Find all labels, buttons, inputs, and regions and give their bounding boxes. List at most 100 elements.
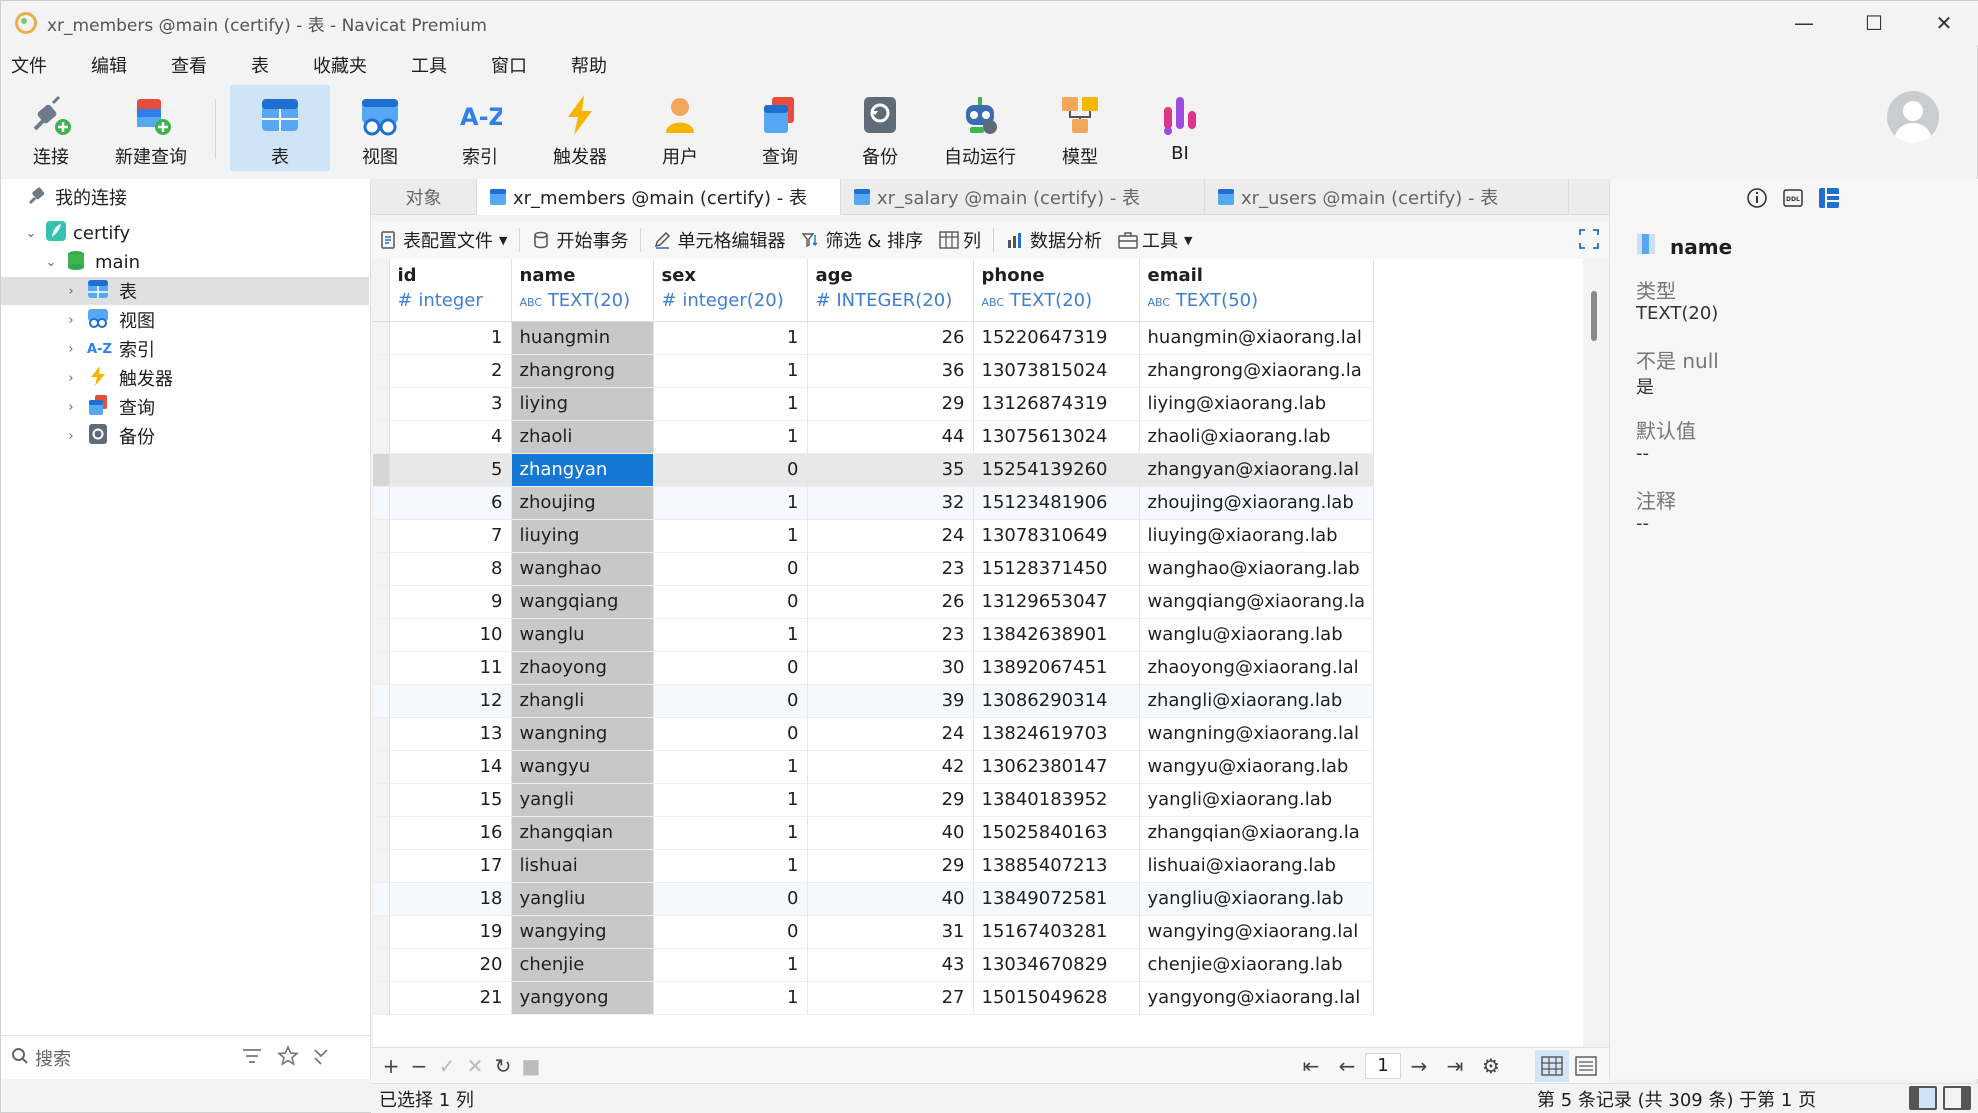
tree-root-my-connections[interactable]: 我的连接: [1, 183, 369, 211]
cell-email[interactable]: liuying@xiaorang.lab: [1139, 519, 1375, 553]
cell-id[interactable]: 11: [389, 651, 512, 685]
cell-phone[interactable]: 13885407213: [973, 849, 1140, 883]
row-marker[interactable]: [373, 915, 390, 949]
menu-file[interactable]: 文件: [1, 52, 61, 78]
cell-phone[interactable]: 15220647319: [973, 321, 1140, 355]
cell-phone[interactable]: 13075613024: [973, 420, 1140, 454]
cell-email[interactable]: wangyu@xiaorang.lab: [1139, 750, 1375, 784]
cell-email[interactable]: wangqiang@xiaorang.la: [1139, 585, 1375, 619]
column-header-phone[interactable]: phone ABC TEXT(20): [973, 259, 1140, 322]
menu-favorites[interactable]: 收藏夹: [299, 52, 381, 78]
tab-xr-salary[interactable]: xr_salary @main (certify) - 表: [841, 178, 1205, 215]
cell-name[interactable]: chenjie: [511, 948, 654, 982]
cell-name[interactable]: zhangqian: [511, 816, 654, 850]
row-marker[interactable]: [373, 618, 390, 652]
row-marker[interactable]: [373, 816, 390, 850]
cell-age[interactable]: 29: [807, 387, 974, 421]
cell-sex[interactable]: 0: [653, 453, 808, 487]
toolbar-query-button[interactable]: 查询: [730, 85, 830, 171]
cell-id[interactable]: 16: [389, 816, 512, 850]
toolbar-user-button[interactable]: 用户: [630, 85, 730, 171]
cell-name[interactable]: zhoujing: [511, 486, 654, 520]
row-marker[interactable]: [373, 717, 390, 751]
cell-sex[interactable]: 0: [653, 585, 808, 619]
cell-phone[interactable]: 13849072581: [973, 882, 1140, 916]
table-row[interactable]: 17 lishuai 1 29 13885407213 lishuai@xiaorang.…: [373, 849, 1375, 883]
filter-sort-button[interactable]: 筛选 & 排序: [793, 227, 930, 253]
cell-sex[interactable]: 1: [653, 387, 808, 421]
cell-name[interactable]: yangliu: [511, 882, 654, 916]
column-header-age[interactable]: age # INTEGER(20): [807, 259, 974, 322]
cell-name[interactable]: liuying: [511, 519, 654, 553]
cell-email[interactable]: zhangqian@xiaorang.la: [1139, 816, 1375, 850]
next-page-button[interactable]: →: [1401, 1054, 1437, 1078]
cell-age[interactable]: 36: [807, 354, 974, 388]
grid-view-button[interactable]: [1535, 1050, 1569, 1082]
row-marker[interactable]: [373, 321, 390, 355]
cell-id[interactable]: 6: [389, 486, 512, 520]
cell-name[interactable]: zhangrong: [511, 354, 654, 388]
row-marker[interactable]: [373, 519, 390, 553]
cell-email[interactable]: chenjie@xiaorang.lab: [1139, 948, 1375, 982]
row-marker[interactable]: [373, 651, 390, 685]
cell-id[interactable]: 13: [389, 717, 512, 751]
toggle-right-panel-icon[interactable]: [1943, 1086, 1971, 1110]
tree-item-backups[interactable]: › 备份: [1, 422, 369, 450]
cell-sex[interactable]: 1: [653, 783, 808, 817]
menu-view[interactable]: 查看: [157, 52, 221, 78]
toolbar-trigger-button[interactable]: 触发器: [530, 85, 630, 171]
cell-email[interactable]: liying@xiaorang.lab: [1139, 387, 1375, 421]
toolbar-connect-button[interactable]: 连接: [1, 85, 101, 171]
menu-window[interactable]: 窗口: [477, 52, 541, 78]
toolbar-bi-button[interactable]: BI: [1130, 85, 1230, 171]
cell-phone[interactable]: 15015049628: [973, 981, 1140, 1015]
cell-email[interactable]: zhangli@xiaorang.lab: [1139, 684, 1375, 718]
close-button[interactable]: ✕: [1909, 1, 1978, 45]
row-marker[interactable]: [373, 849, 390, 883]
cell-phone[interactable]: 13086290314: [973, 684, 1140, 718]
page-number-input[interactable]: 1: [1365, 1053, 1401, 1079]
cell-email[interactable]: wangning@xiaorang.lal: [1139, 717, 1375, 751]
cell-age[interactable]: 35: [807, 453, 974, 487]
cell-sex[interactable]: 1: [653, 948, 808, 982]
table-row[interactable]: 3 liying 1 29 13126874319 liying@xiaorang.lab: [373, 387, 1375, 421]
cell-sex[interactable]: 1: [653, 849, 808, 883]
previous-page-button[interactable]: ←: [1329, 1054, 1365, 1078]
table-config-button[interactable]: 表配置文件 ▼: [371, 227, 515, 253]
cell-id[interactable]: 9: [389, 585, 512, 619]
refresh-button[interactable]: ↻: [489, 1054, 517, 1078]
table-row[interactable]: 12 zhangli 0 39 13086290314 zhangli@xiaorang.…: [373, 684, 1375, 718]
cell-phone[interactable]: 13824619703: [973, 717, 1140, 751]
cell-phone[interactable]: 15167403281: [973, 915, 1140, 949]
cell-age[interactable]: 39: [807, 684, 974, 718]
cell-email[interactable]: yangyong@xiaorang.lal: [1139, 981, 1375, 1015]
table-row[interactable]: 10 wanglu 1 23 13842638901 wanglu@xiaorang.la…: [373, 618, 1375, 652]
cell-name[interactable]: wangning: [511, 717, 654, 751]
cell-name[interactable]: wanglu: [511, 618, 654, 652]
table-row[interactable]: 21 yangyong 1 27 15015049628 yangyong@xiaoran…: [373, 981, 1375, 1015]
maximize-button[interactable]: ☐: [1839, 1, 1909, 45]
collapse-all-icon[interactable]: [311, 1046, 331, 1070]
table-row[interactable]: 16 zhangqian 1 40 15025840163 zhangqian@xiaor…: [373, 816, 1375, 850]
menu-edit[interactable]: 编辑: [77, 52, 141, 78]
cell-email[interactable]: zhangrong@xiaorang.la: [1139, 354, 1375, 388]
cell-phone[interactable]: 15128371450: [973, 552, 1140, 586]
chevron-right-icon[interactable]: ›: [63, 429, 79, 444]
cell-name[interactable]: yangli: [511, 783, 654, 817]
cell-age[interactable]: 31: [807, 915, 974, 949]
tab-objects[interactable]: 对象: [371, 178, 477, 215]
cell-id[interactable]: 15: [389, 783, 512, 817]
cell-sex[interactable]: 1: [653, 321, 808, 355]
delete-record-button[interactable]: −: [405, 1054, 433, 1078]
cell-age[interactable]: 43: [807, 948, 974, 982]
cell-name[interactable]: zhaoyong: [511, 651, 654, 685]
cell-email[interactable]: zhaoli@xiaorang.lab: [1139, 420, 1375, 454]
tree-connection-certify[interactable]: ⌄ certify: [1, 219, 369, 247]
last-page-button[interactable]: ⇥: [1437, 1054, 1473, 1078]
cell-name[interactable]: zhaoli: [511, 420, 654, 454]
cell-id[interactable]: 18: [389, 882, 512, 916]
cell-id[interactable]: 10: [389, 618, 512, 652]
cell-age[interactable]: 26: [807, 321, 974, 355]
toolbar-index-button[interactable]: A-Z 索引: [430, 85, 530, 171]
cell-id[interactable]: 5: [389, 453, 512, 487]
